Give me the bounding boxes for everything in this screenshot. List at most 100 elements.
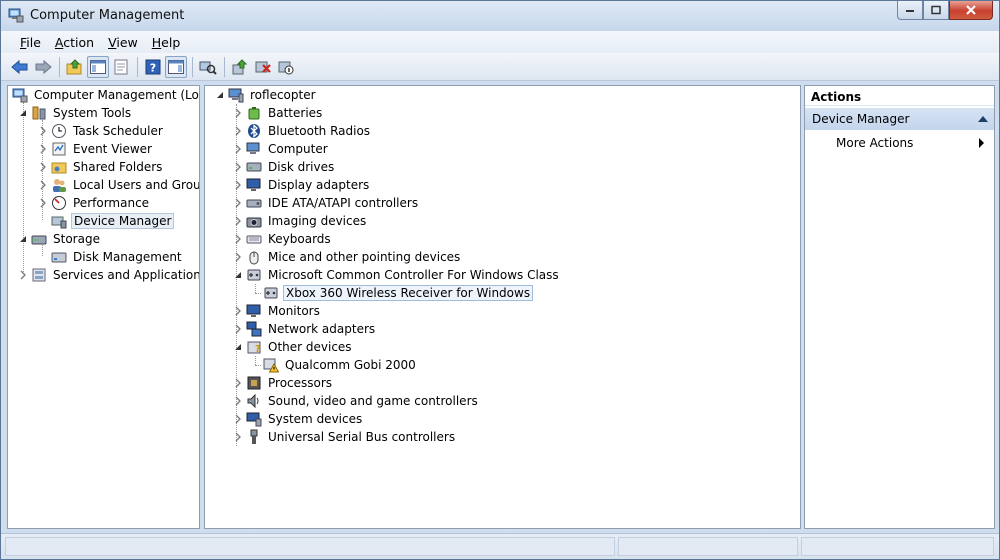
forward-button[interactable] <box>32 56 54 78</box>
disable-device-icon <box>278 61 294 74</box>
collapse-arrow-icon[interactable] <box>215 90 225 100</box>
device-category-sound-video[interactable]: Sound, video and game controllers <box>233 392 480 410</box>
expand-arrow-icon[interactable] <box>233 180 243 190</box>
console-tree-pane[interactable]: Computer Management (Local System Tools … <box>7 85 200 529</box>
scan-hardware-button[interactable] <box>197 56 219 78</box>
expand-arrow-icon[interactable] <box>233 324 243 334</box>
device-xbox-360-receiver[interactable]: Xbox 360 Wireless Receiver for Windows <box>263 284 534 302</box>
device-category-computer[interactable]: Computer <box>233 140 330 158</box>
device-category-bluetooth[interactable]: Bluetooth Radios <box>233 122 372 140</box>
menu-action-label: ction <box>63 34 95 50</box>
device-category-ms-common-controller[interactable]: Microsoft Common Controller For Windows … <box>233 266 561 284</box>
expand-arrow-icon[interactable] <box>233 432 243 442</box>
device-category-network-adapters[interactable]: Network adapters <box>233 320 377 338</box>
svg-text:?: ? <box>255 344 261 355</box>
tree-item-performance[interactable]: Performance <box>38 194 151 212</box>
tree-item-task-scheduler[interactable]: Task Scheduler <box>38 122 165 140</box>
tree-connector <box>255 293 261 294</box>
toolbar-separator <box>224 56 225 77</box>
expand-arrow-icon[interactable] <box>38 126 48 136</box>
expand-arrow-icon[interactable] <box>233 378 243 388</box>
device-category-batteries[interactable]: Batteries <box>233 104 324 122</box>
help-button[interactable]: ? <box>142 56 164 78</box>
storage-icon <box>31 235 47 245</box>
title-bar[interactable]: Computer Management <box>1 1 999 31</box>
tree-item-shared-folders[interactable]: Shared Folders <box>38 158 164 176</box>
device-category-imaging[interactable]: Imaging devices <box>233 212 368 230</box>
tree-item-local-users-groups[interactable]: Local Users and Groups <box>38 176 199 194</box>
device-category-mice[interactable]: Mice and other pointing devices <box>233 248 462 266</box>
minimize-button[interactable] <box>897 1 923 20</box>
device-qualcomm-gobi[interactable]: Qualcomm Gobi 2000 <box>263 356 418 374</box>
collapse-section-icon[interactable] <box>978 116 988 122</box>
tree-item-disk-management[interactable]: Disk Management <box>51 248 184 266</box>
menu-file[interactable]: File <box>13 35 48 50</box>
maximize-button[interactable] <box>923 1 949 20</box>
menu-help[interactable]: Help <box>145 35 188 50</box>
device-tree-pane[interactable]: roflecopter Batteries Bluetooth Radios C… <box>204 85 801 529</box>
expand-arrow-icon[interactable] <box>38 162 48 172</box>
tree-item-storage[interactable]: Storage <box>18 230 102 248</box>
menu-action[interactable]: Action <box>48 35 101 50</box>
update-driver-button[interactable] <box>229 56 251 78</box>
speaker-icon <box>247 393 259 409</box>
expand-arrow-icon[interactable] <box>233 126 243 136</box>
device-category-processors[interactable]: Processors <box>233 374 334 392</box>
device-tree-root[interactable]: roflecopter <box>215 86 318 104</box>
show-hide-console-tree-button[interactable] <box>87 55 109 78</box>
menu-view[interactable]: View <box>101 35 145 50</box>
show-hide-tree-icon <box>90 59 106 74</box>
expand-arrow-icon[interactable] <box>233 144 243 154</box>
show-hide-action-pane-button[interactable] <box>165 55 187 78</box>
back-button[interactable] <box>9 56 31 78</box>
bluetooth-icon <box>248 124 260 138</box>
tree-item-event-viewer[interactable]: Event Viewer <box>38 140 154 158</box>
shared-folder-icon <box>51 162 67 174</box>
device-category-usb-controllers[interactable]: Universal Serial Bus controllers <box>233 428 457 446</box>
expand-arrow-icon[interactable] <box>18 270 28 280</box>
battery-icon <box>248 107 260 120</box>
device-category-keyboards[interactable]: Keyboards <box>233 230 333 248</box>
expand-arrow-icon[interactable] <box>38 144 48 154</box>
expand-arrow-icon[interactable] <box>233 234 243 244</box>
expand-arrow-icon[interactable] <box>233 414 243 424</box>
tree-item-services-applications[interactable]: Services and Applications <box>18 266 199 284</box>
expand-arrow-icon[interactable] <box>233 216 243 226</box>
collapse-arrow-icon[interactable] <box>233 270 243 280</box>
tree-label: System Tools <box>53 106 132 120</box>
tree-label: Event Viewer <box>73 142 152 156</box>
tree-item-system-tools[interactable]: System Tools <box>18 104 133 122</box>
device-category-ide-ata[interactable]: IDE ATA/ATAPI controllers <box>233 194 420 212</box>
tree-label: Batteries <box>268 106 323 120</box>
disable-device-button[interactable] <box>275 56 297 78</box>
tree-label: Mice and other pointing devices <box>268 250 461 264</box>
device-category-system-devices[interactable]: System devices <box>233 410 364 428</box>
collapse-arrow-icon[interactable] <box>18 234 28 244</box>
device-category-display-adapters[interactable]: Display adapters <box>233 176 371 194</box>
monitor-icon <box>246 304 261 317</box>
collapse-arrow-icon[interactable] <box>233 342 243 352</box>
expand-arrow-icon[interactable] <box>233 252 243 262</box>
expand-arrow-icon[interactable] <box>38 180 48 190</box>
more-actions-link[interactable]: More Actions <box>836 136 913 150</box>
expand-arrow-icon[interactable] <box>233 396 243 406</box>
expand-arrow-icon[interactable] <box>233 306 243 316</box>
expand-arrow-icon[interactable] <box>233 108 243 118</box>
tree-item-computer-management[interactable]: Computer Management (Local <box>12 86 199 104</box>
device-category-monitors[interactable]: Monitors <box>233 302 322 320</box>
tree-label: Device Manager <box>71 213 175 229</box>
close-button[interactable] <box>949 1 993 20</box>
expand-arrow-icon[interactable] <box>233 198 243 208</box>
properties-button[interactable] <box>110 56 132 78</box>
actions-section-device-manager[interactable]: Device Manager <box>805 108 994 130</box>
device-category-other-devices[interactable]: ? Other devices <box>233 338 354 356</box>
up-one-level-button[interactable] <box>64 56 86 78</box>
computer-management-window: Computer Management File Action View Hel… <box>0 0 1000 560</box>
expand-arrow-icon[interactable] <box>233 162 243 172</box>
tree-item-device-manager[interactable]: Device Manager <box>51 212 175 230</box>
collapse-arrow-icon[interactable] <box>18 108 28 118</box>
uninstall-device-button[interactable] <box>252 56 274 78</box>
device-category-disk-drives[interactable]: Disk drives <box>233 158 336 176</box>
mouse-icon <box>249 251 259 265</box>
expand-arrow-icon[interactable] <box>38 198 48 208</box>
